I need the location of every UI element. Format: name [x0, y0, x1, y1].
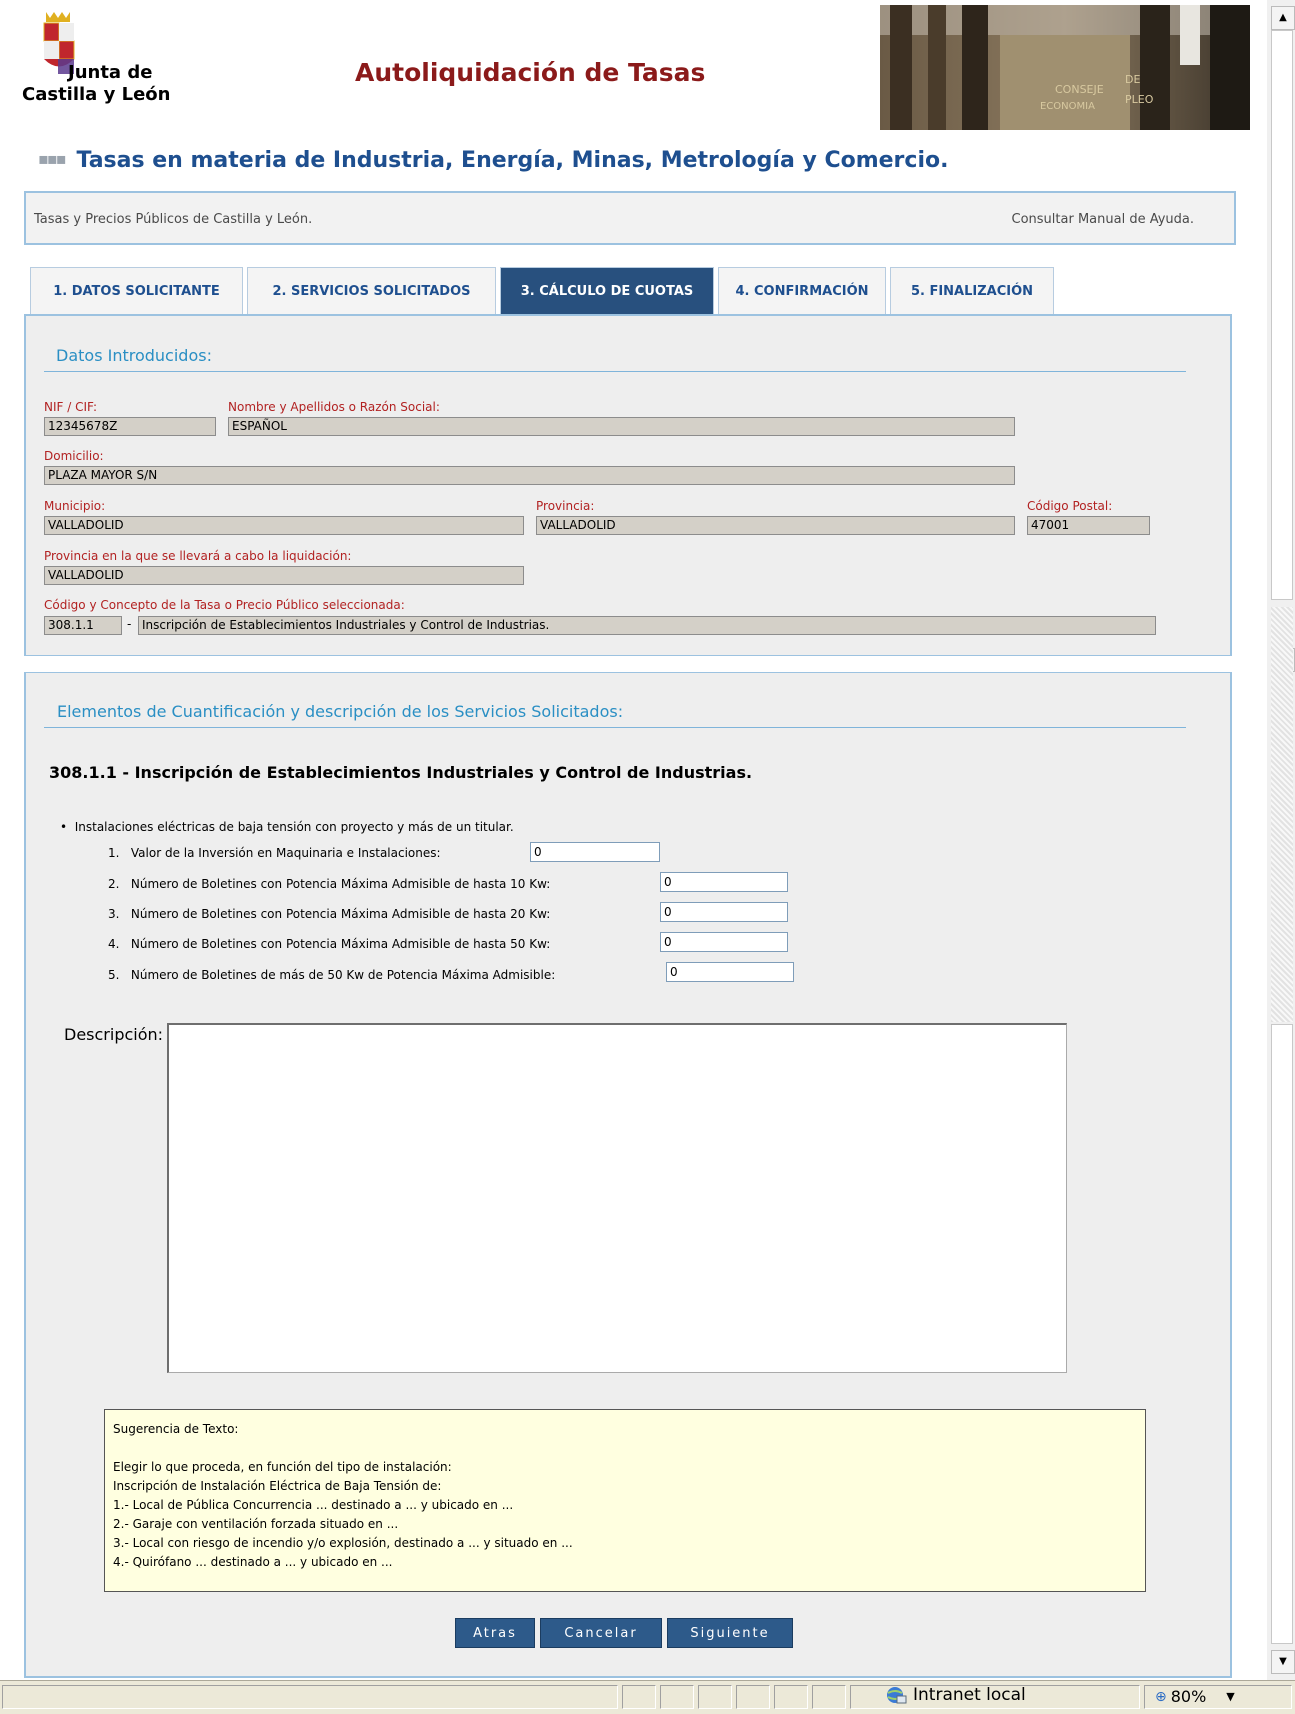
descripcion-label: Descripción: [64, 1025, 164, 1044]
sugerencia-texto-box: Sugerencia de Texto: Elegir lo que proce… [104, 1409, 1146, 1592]
security-zone[interactable]: Intranet local [885, 1685, 1026, 1705]
cancelar-button[interactable]: Cancelar [540, 1618, 662, 1648]
boletines-20kw-input[interactable]: 0 [660, 902, 788, 922]
provincia-liquidacion-label: Provincia en la que se llevará a cabo la… [44, 549, 352, 563]
chevron-down-icon[interactable]: ▼ [1226, 1690, 1234, 1703]
codigo-separator: - [127, 617, 132, 631]
zoom-level: 80% [1170, 1687, 1207, 1706]
status-segment [622, 1685, 656, 1709]
nombre-field: ESPAÑOL [228, 417, 1015, 436]
domicilio-label: Domicilio: [44, 449, 104, 463]
field-3-label: 3. Número de Boletines con Potencia Máxi… [108, 907, 551, 921]
banner-text-1: CONSEJE [1055, 83, 1104, 96]
section-heading-text: Tasas en materia de Industria, Energía, … [76, 148, 949, 173]
concepto-tasa-field: Inscripción de Establecimientos Industri… [138, 616, 1156, 635]
hint-line: 4.- Quirófano ... destinado a ... y ubic… [113, 1555, 393, 1569]
scrollbar-track[interactable] [1271, 607, 1293, 1022]
banner-text-3: ECONOMIA [1040, 101, 1095, 112]
status-segment [736, 1685, 770, 1709]
status-segment [812, 1685, 846, 1709]
window-scrollbar[interactable]: ▲ ▲ ▼ [1267, 0, 1295, 1680]
siguiente-button[interactable]: Siguiente [667, 1618, 793, 1648]
intranet-globe-icon [887, 1687, 907, 1704]
link-bar: Tasas y Precios Públicos de Castilla y L… [24, 191, 1236, 245]
security-zone-label: Intranet local [913, 1685, 1026, 1705]
zoom-icon: ⊕ [1155, 1688, 1167, 1705]
status-segment [698, 1685, 732, 1709]
codigo-tasa-field: 308.1.1 [44, 616, 122, 635]
valor-inversion-input[interactable]: 0 [530, 842, 660, 862]
help-manual-link[interactable]: Consultar Manual de Ayuda. [1012, 212, 1194, 227]
scrollbar-thumb[interactable] [1271, 1024, 1293, 1644]
provincia-field: VALLADOLID [536, 516, 1015, 535]
hint-line: Inscripción de Instalación Eléctrica de … [113, 1479, 442, 1493]
hint-line: 2.- Garaje con ventilación forzada situa… [113, 1517, 399, 1531]
codigo-concepto-label: Código y Concepto de la Tasa o Precio Pú… [44, 598, 405, 612]
scroll-down-arrow-icon[interactable]: ▼ [1271, 1650, 1295, 1674]
hint-line: 1.- Local de Pública Concurrencia ... de… [113, 1498, 514, 1512]
tab-calculo-cuotas[interactable]: 3. CÁLCULO DE CUOTAS [500, 267, 714, 314]
status-bar: Intranet local ⊕ 80% ▼ [0, 1680, 1295, 1714]
tab-datos-solicitante[interactable]: 1. DATOS SOLICITANTE [30, 267, 243, 314]
elementos-title: Elementos de Cuantificación y descripció… [57, 702, 624, 721]
tasa-item-title: 308.1.1 - Inscripción de Establecimiento… [49, 763, 753, 782]
building-banner-image: CONSEJE DE ECONOMIA PLEO [880, 5, 1250, 130]
domicilio-field: PLAZA MAYOR S/N [44, 466, 1015, 485]
field-2-label: 2. Número de Boletines con Potencia Máxi… [108, 877, 551, 891]
tab-finalizacion[interactable]: 5. FINALIZACIÓN [890, 267, 1054, 314]
municipio-field: VALLADOLID [44, 516, 524, 535]
nif-label: NIF / CIF: [44, 400, 98, 414]
descripcion-textarea[interactable] [167, 1023, 1067, 1373]
provincia-liquidacion-field: VALLADOLID [44, 566, 524, 585]
provincia-label: Provincia: [536, 499, 595, 513]
tasas-precios-link[interactable]: Tasas y Precios Públicos de Castilla y L… [34, 212, 312, 227]
bullet-icon: • [60, 820, 75, 834]
instalacion-text: Instalaciones eléctricas de baja tensión… [74, 820, 514, 834]
field-5-label: 5. Número de Boletines de más de 50 Kw d… [108, 968, 556, 982]
hint-line [113, 1439, 1137, 1458]
datos-introducidos-title: Datos Introducidos: [56, 346, 212, 365]
section-heading: ▪▪▪ Tasas en materia de Industria, Energí… [38, 148, 948, 173]
nif-field: 12345678Z [44, 417, 216, 436]
hint-line: Elegir lo que proceda, en función del ti… [113, 1460, 452, 1474]
atras-button[interactable]: Atras [455, 1618, 535, 1648]
dots-icon: ▪▪▪ [38, 149, 66, 168]
junta-logo[interactable]: Junta de Castilla y León [22, 10, 172, 110]
scroll-up-arrow-icon[interactable]: ▲ [1271, 6, 1295, 30]
hint-line: 3.- Local con riesgo de incendio y/o exp… [113, 1536, 573, 1550]
logo-text-line1: Junta de [68, 62, 153, 83]
tab-confirmacion[interactable]: 4. CONFIRMACIÓN [718, 267, 886, 314]
field-1-label: 1. Valor de la Inversión en Maquinaria e… [108, 846, 441, 860]
boletines-mas-50kw-input[interactable]: 0 [666, 962, 794, 982]
field-4-label: 4. Número de Boletines con Potencia Máxi… [108, 937, 551, 951]
boletines-10kw-input[interactable]: 0 [660, 872, 788, 892]
status-segment [2, 1685, 618, 1709]
scrollbar-thumb-top[interactable] [1271, 30, 1293, 600]
codigo-postal-field: 47001 [1027, 516, 1150, 535]
title-divider [44, 371, 1186, 372]
app-title: Autoliquidación de Tasas [355, 58, 706, 87]
status-segment [660, 1685, 694, 1709]
logo-text-line2: Castilla y León [22, 84, 171, 105]
status-segment [774, 1685, 808, 1709]
zoom-control[interactable]: ⊕ 80% ▼ [1155, 1687, 1235, 1706]
instalacion-bullet: • Instalaciones eléctricas de baja tensi… [60, 820, 514, 834]
municipio-label: Municipio: [44, 499, 106, 513]
nombre-label: Nombre y Apellidos o Razón Social: [228, 400, 440, 414]
boletines-50kw-input[interactable]: 0 [660, 932, 788, 952]
elementos-divider [44, 727, 1186, 728]
banner-text-4: PLEO [1125, 93, 1154, 106]
banner-text-2: DE [1125, 73, 1140, 86]
page: Junta de Castilla y León Autoliquidación… [0, 0, 1250, 1680]
codigo-postal-label: Código Postal: [1027, 499, 1113, 513]
hint-line: Sugerencia de Texto: [113, 1422, 239, 1436]
tab-servicios-solicitados[interactable]: 2. SERVICIOS SOLICITADOS [247, 267, 496, 314]
